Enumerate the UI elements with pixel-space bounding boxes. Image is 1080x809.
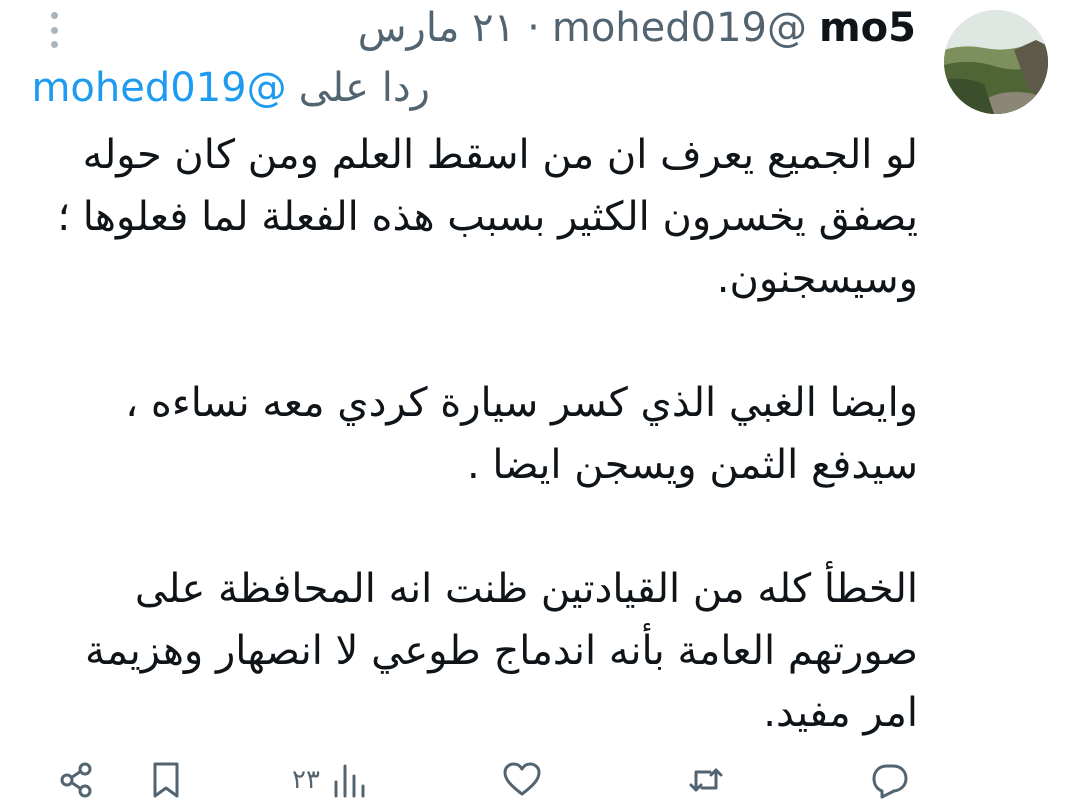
like-button[interactable]: [502, 760, 542, 800]
share-button[interactable]: [56, 760, 96, 800]
avatar-image: [944, 10, 1048, 114]
reply-button[interactable]: [870, 760, 910, 800]
bookmark-icon: [153, 762, 179, 798]
more-dot: [50, 26, 58, 34]
more-dot: [50, 41, 58, 48]
tweet-header: mo5 @mohed019 · ٢١ مارس: [358, 4, 916, 52]
retweet-icon: [689, 768, 723, 792]
tweet-paragraph: لو الجميع يعرف ان من اسقط العلم ومن كان …: [57, 132, 918, 302]
tweet-paragraph: الخطأ كله من القيادتين ظنت انه المحافظة …: [85, 566, 918, 736]
reply-icon: [872, 764, 908, 799]
author-display-name[interactable]: mo5: [819, 4, 916, 52]
heart-icon: [503, 762, 541, 796]
more-dot: [50, 12, 58, 19]
reply-context: ردا على @mohed019: [31, 62, 430, 114]
author-handle[interactable]: @mohed019: [552, 4, 807, 52]
views-button[interactable]: ٢٣: [292, 760, 370, 800]
share-icon: [60, 762, 92, 798]
tweet-date[interactable]: ٢١ مارس: [358, 4, 515, 52]
tweet-paragraph: وايضا الغبي الذي كسر سيارة كردي معه نساء…: [125, 380, 918, 488]
avatar[interactable]: [944, 10, 1048, 114]
tweet: mo5 @mohed019 · ٢١ مارس ردا على @mohed019…: [0, 0, 1080, 809]
header-separator: ·: [527, 5, 540, 51]
more-vertical-icon[interactable]: [44, 12, 64, 48]
action-bar: ٢٣: [0, 752, 1080, 808]
views-count: ٢٣: [292, 765, 320, 795]
retweet-button[interactable]: [686, 760, 726, 800]
reply-handle-link[interactable]: @mohed019: [31, 65, 286, 111]
bookmark-button[interactable]: [146, 760, 186, 800]
tweet-body: لو الجميع يعرف ان من اسقط العلم ومن كان …: [34, 124, 918, 744]
views-chart-icon: [334, 764, 365, 798]
reply-label: ردا على: [298, 65, 430, 111]
